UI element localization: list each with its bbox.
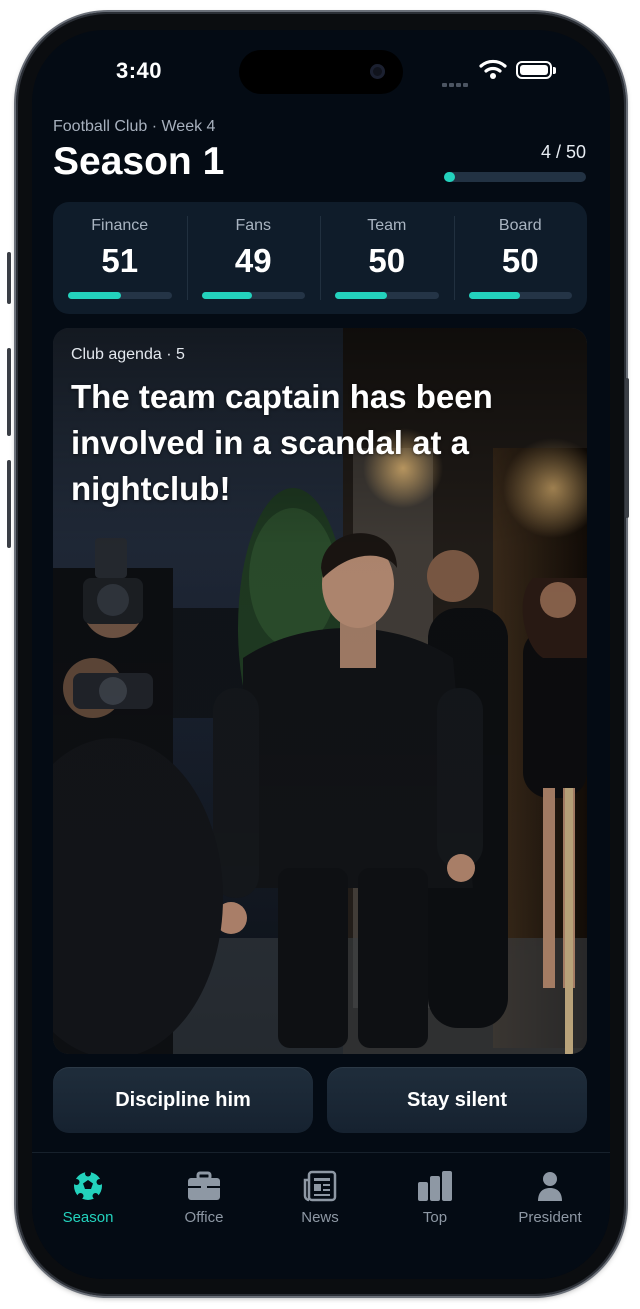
tab-label: News [301,1209,339,1226]
stat-label: Team [367,217,407,234]
stat-value: 49 [234,242,272,279]
stat-bar [335,292,439,299]
stat-bar [468,292,572,299]
power-button [625,378,629,518]
volume-up-button [7,348,11,436]
stat-label: Finance [91,217,149,234]
season-progress-fill [444,172,456,182]
tab-president[interactable]: President [500,1169,600,1226]
stat-finance: Finance 51 [53,202,187,314]
soccer-ball-icon [38,1169,138,1203]
volume-down-button [7,460,11,548]
season-progress-bar [444,172,586,182]
event-card[interactable]: Club agenda · 5 The team captain has bee… [53,328,587,1054]
cellular-signal-icon [442,74,470,92]
tab-top[interactable]: Top [385,1169,485,1226]
stat-fans: Fans 49 [186,202,321,314]
stat-bar [68,292,172,299]
stat-value: 50 [368,242,406,279]
stat-label: Fans [235,217,272,234]
stat-bar-fill [468,292,521,299]
tab-season[interactable]: Season [38,1169,138,1226]
tab-office[interactable]: Office [154,1169,254,1226]
tab-news[interactable]: News [270,1169,370,1226]
event-text: The team captain has been involved in a … [71,378,493,507]
season-progress-label: 4 / 50 [540,142,586,162]
app-screen: 3:40 Football Club · Week 4 Season 1 4 /… [32,30,610,1279]
tab-label: Office [184,1209,224,1226]
stat-value: 51 [101,242,139,279]
briefcase-icon [154,1169,254,1203]
stat-bar-fill [68,292,121,299]
stat-team: Team 50 [320,202,454,314]
action-button [7,252,11,304]
stat-label: Board [498,217,542,234]
battery-icon [516,61,552,79]
stat-bar [201,292,305,299]
discipline-him-button[interactable]: Discipline him [53,1067,313,1133]
tab-label: Top [422,1209,448,1226]
card-kicker: Club agenda · 5 [71,346,185,363]
stats-panel: Finance 51 Fans 49 Team 50 Board 50 [53,202,587,314]
person-icon [500,1169,600,1203]
stat-bar-fill [201,292,253,299]
dynamic-island [239,50,403,94]
stat-value: 50 [501,242,539,279]
front-camera [370,64,385,79]
tab-label: Season [62,1209,114,1226]
stay-silent-button[interactable]: Stay silent [327,1067,587,1133]
wifi-icon [479,58,507,85]
page-title: Season 1 [53,140,225,183]
tab-label: President [518,1209,582,1226]
club-week-subtitle: Football Club · Week 4 [53,118,216,135]
stat-board: Board 50 [453,202,588,314]
tab-bar: Season Office News Top President [32,1152,610,1279]
newspaper-icon [270,1169,370,1203]
battery-tip [553,67,556,74]
status-time: 3:40 [116,58,163,83]
stat-bar-fill [335,292,387,299]
bar-chart-icon [385,1169,485,1203]
status-bar: 3:40 [32,30,610,110]
